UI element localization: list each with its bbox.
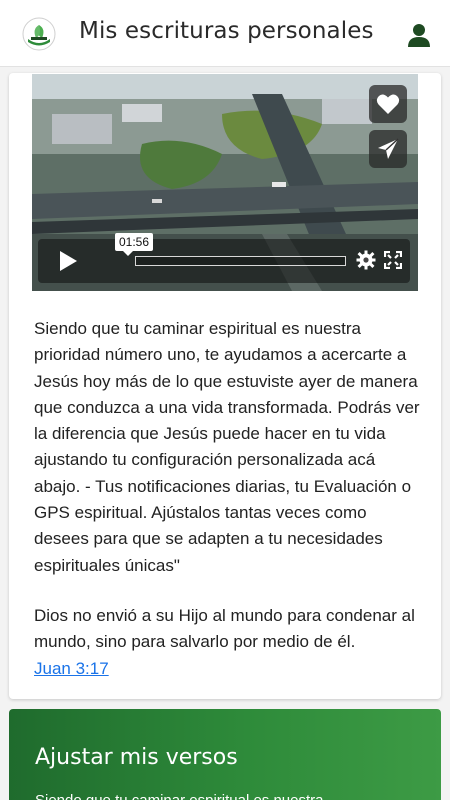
play-icon[interactable] <box>53 247 81 275</box>
video-controls: 01:56 <box>38 233 410 283</box>
adjust-verses-title: Ajustar mis versos <box>35 745 238 770</box>
intro-paragraph: Siendo que tu caminar espiritual es nues… <box>34 319 420 575</box>
fullscreen-icon[interactable] <box>383 250 403 270</box>
verse-block: Dios no envió a su Hijo al mundo para co… <box>34 603 424 682</box>
scripture-card: 01:56 Siendo que tu caminar espiritual e… <box>9 73 441 699</box>
current-time-tooltip: 01:56 <box>115 233 154 256</box>
favorite-button[interactable] <box>369 85 407 123</box>
send-icon <box>378 138 399 159</box>
heart-icon <box>376 94 400 114</box>
settings-gear-icon[interactable] <box>356 250 376 270</box>
leaf-logo-icon[interactable] <box>22 17 56 51</box>
page-title: Mis escrituras personales <box>79 18 374 44</box>
adjust-verses-card[interactable]: Ajustar mis versos Siendo que tu caminar… <box>9 709 441 800</box>
app-header: Mis escrituras personales <box>0 0 450 67</box>
share-button[interactable] <box>369 130 407 168</box>
video-player[interactable]: 01:56 <box>32 74 418 291</box>
verse-reference-link[interactable]: Juan 3:17 <box>34 656 424 682</box>
adjust-verses-subtitle: Siendo que tu caminar espiritual es nues… <box>35 792 324 800</box>
user-icon[interactable] <box>404 20 434 50</box>
video-progress-bar[interactable] <box>135 256 346 266</box>
verse-text: Dios no envió a su Hijo al mundo para co… <box>34 606 415 652</box>
